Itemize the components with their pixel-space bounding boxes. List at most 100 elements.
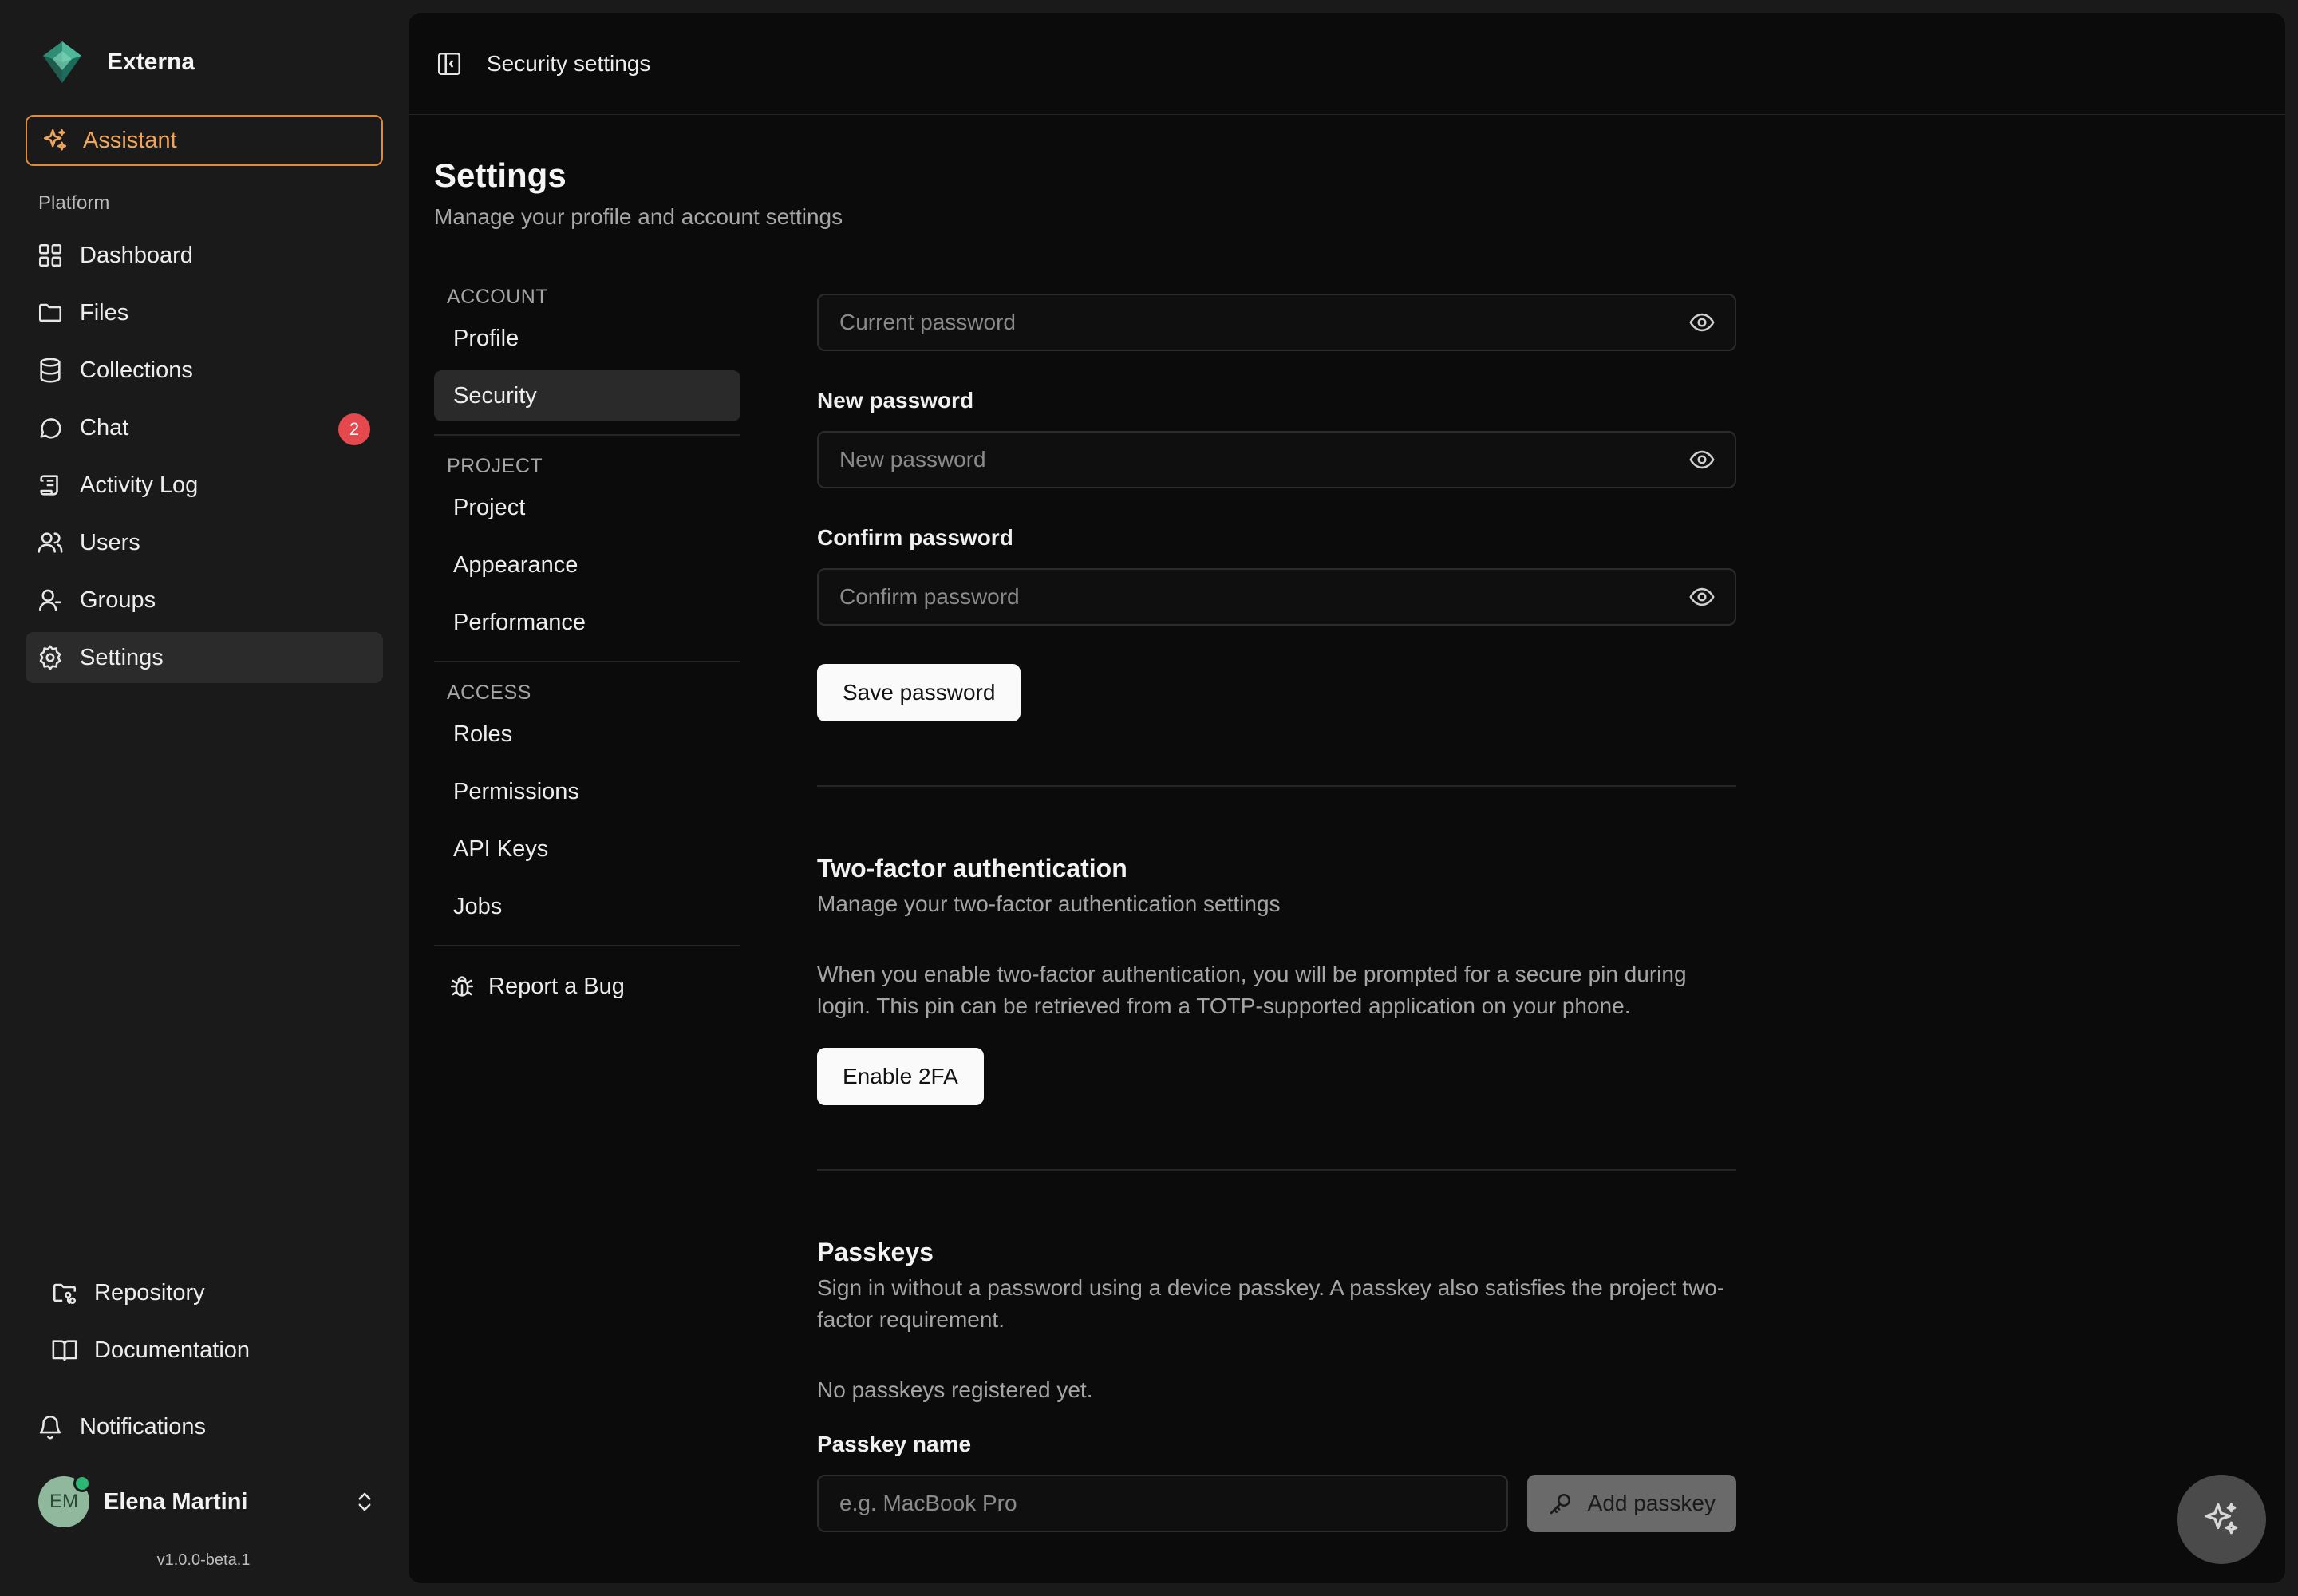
sidebar-item-label: Activity Log [80, 472, 199, 498]
repo-icon [53, 1283, 77, 1305]
grid-icon [38, 243, 62, 267]
passkey-name-label: Passkey name [817, 1432, 972, 1456]
save-password-button[interactable]: Save password [817, 664, 1021, 721]
settings-nav-security[interactable]: Security [434, 370, 740, 421]
current-password-placeholder: Current password [839, 310, 1016, 334]
main-panel: Security settings Settings Manage your p… [409, 13, 2285, 1583]
settings-nav-performance[interactable]: Performance [434, 597, 740, 648]
settings-nav-permissions[interactable]: Permissions [434, 766, 740, 817]
topbar-title: Security settings [487, 50, 651, 76]
sidebar-item-label: Collections [80, 357, 193, 383]
key-icon [1550, 1494, 1570, 1515]
page-subtitle: Manage your profile and account settings [434, 204, 843, 229]
chat-icon [40, 418, 61, 439]
settings-nav-roles[interactable]: Roles [434, 709, 740, 760]
user-menu[interactable]: EM Elena Martini [38, 1475, 377, 1529]
passkeys-empty-text: No passkeys registered yet. [817, 1377, 1093, 1402]
passkey-name-input[interactable]: e.g. MacBook Pro [817, 1475, 1508, 1532]
users-icon [38, 532, 63, 553]
scroll-icon [40, 475, 58, 496]
settings-nav-heading-account: ACCOUNT [447, 286, 549, 308]
documentation-label: Documentation [94, 1337, 251, 1363]
bell-icon [39, 1416, 61, 1440]
passkey-row: e.g. MacBook Pro Add passkey [817, 1475, 1736, 1532]
sidebar-item-label: Settings [80, 644, 164, 670]
notifications-label: Notifications [80, 1413, 206, 1440]
book-icon [52, 1340, 77, 1362]
user-name: Elena Martini [104, 1488, 248, 1515]
twofa-title: Two-factor authentication [817, 854, 1127, 883]
sidebar-item-collections[interactable]: Collections [26, 345, 383, 396]
notifications-link[interactable]: Notifications [37, 1401, 206, 1452]
settings-nav-jobs[interactable]: Jobs [434, 881, 740, 932]
documentation-link[interactable]: Documentation [38, 1325, 383, 1376]
sparkles-icon [2205, 1503, 2238, 1535]
brand-name: Externa [107, 49, 195, 75]
chevrons-up-down-icon [358, 1492, 371, 1511]
enable-2fa-button[interactable]: Enable 2FA [817, 1048, 984, 1105]
sidebar: Externa Assistant Platform Dashboard Fil… [0, 0, 407, 1596]
brand-logo-icon [43, 41, 81, 83]
repository-link[interactable]: Repository [38, 1267, 383, 1318]
avatar: EM [38, 1475, 91, 1527]
database-icon [40, 358, 61, 383]
passkey-name-placeholder: e.g. MacBook Pro [839, 1491, 1017, 1515]
settings-nav-profile[interactable]: Profile [434, 313, 740, 364]
passkeys-description: Sign in without a password using a devic… [817, 1275, 1725, 1332]
assistant-button[interactable]: Assistant [26, 115, 383, 166]
passkeys-title: Passkeys [817, 1238, 934, 1266]
sidebar-item-activity-log[interactable]: Activity Log [26, 460, 383, 511]
assistant-label: Assistant [83, 127, 177, 153]
new-password-placeholder: New password [839, 447, 986, 472]
twofa-subtitle: Manage your two-factor authentication se… [817, 891, 1281, 916]
add-passkey-label: Add passkey [1587, 1491, 1716, 1515]
avatar-initials: EM [49, 1491, 78, 1512]
sidebar-item-users[interactable]: Users [26, 517, 383, 568]
divider [434, 661, 740, 662]
settings-nav-project[interactable]: Project [434, 482, 740, 533]
sidebar-item-files[interactable]: Files [26, 287, 383, 338]
sidebar-item-settings[interactable]: Settings [26, 632, 383, 683]
eye-icon[interactable] [1688, 583, 1716, 610]
current-password-field[interactable]: Current password [817, 294, 1736, 351]
eye-icon[interactable] [1688, 309, 1716, 336]
eye-icon[interactable] [1688, 446, 1716, 473]
sidebar-bottom-links: Repository Documentation [38, 1267, 383, 1382]
topbar: Security settings [409, 13, 2285, 115]
sidebar-item-dashboard[interactable]: Dashboard [26, 230, 383, 281]
sidebar-item-chat[interactable]: Chat 2 [26, 402, 383, 453]
report-bug-label: Report a Bug [488, 973, 625, 999]
app-version: v1.0.0-beta.1 [156, 1551, 251, 1569]
sidebar-item-label: Chat [80, 414, 129, 440]
twofa-description: When you enable two-factor authenticatio… [817, 962, 1687, 1018]
new-password-field[interactable]: New password [817, 431, 1736, 488]
security-content: Current password New password New passwo… [817, 294, 1736, 1532]
brand[interactable]: Externa [38, 38, 195, 86]
sidebar-item-label: Files [80, 299, 129, 326]
assistant-fab-button[interactable] [2177, 1475, 2266, 1564]
add-passkey-button[interactable]: Add passkey [1526, 1475, 1736, 1532]
bug-icon [450, 976, 474, 997]
sidebar-toggle-icon[interactable] [436, 50, 463, 77]
gear-icon [39, 645, 61, 670]
folder-icon [38, 303, 62, 322]
page-title: Settings [434, 156, 567, 194]
sidebar-nav: Dashboard Files Collections Chat 2 Activ… [26, 230, 383, 689]
confirm-password-placeholder: Confirm password [839, 584, 1020, 609]
settings-nav-heading-project: PROJECT [447, 455, 543, 477]
divider [817, 785, 1736, 787]
confirm-password-field[interactable]: Confirm password [817, 568, 1736, 626]
divider [434, 434, 740, 436]
settings-nav: ACCOUNT Profile Security PROJECT Project… [434, 281, 740, 1012]
group-icon [38, 589, 62, 612]
confirm-password-label: Confirm password [817, 525, 1013, 550]
sidebar-item-groups[interactable]: Groups [26, 575, 383, 626]
settings-nav-heading-access: ACCESS [447, 681, 531, 704]
sidebar-item-label: Dashboard [80, 242, 193, 268]
divider [434, 945, 740, 946]
sidebar-item-label: Users [80, 529, 140, 555]
settings-nav-appearance[interactable]: Appearance [434, 539, 740, 591]
settings-nav-api-keys[interactable]: API Keys [434, 824, 740, 875]
sidebar-item-label: Groups [80, 587, 156, 613]
report-bug-link[interactable]: Report a Bug [434, 961, 740, 1012]
